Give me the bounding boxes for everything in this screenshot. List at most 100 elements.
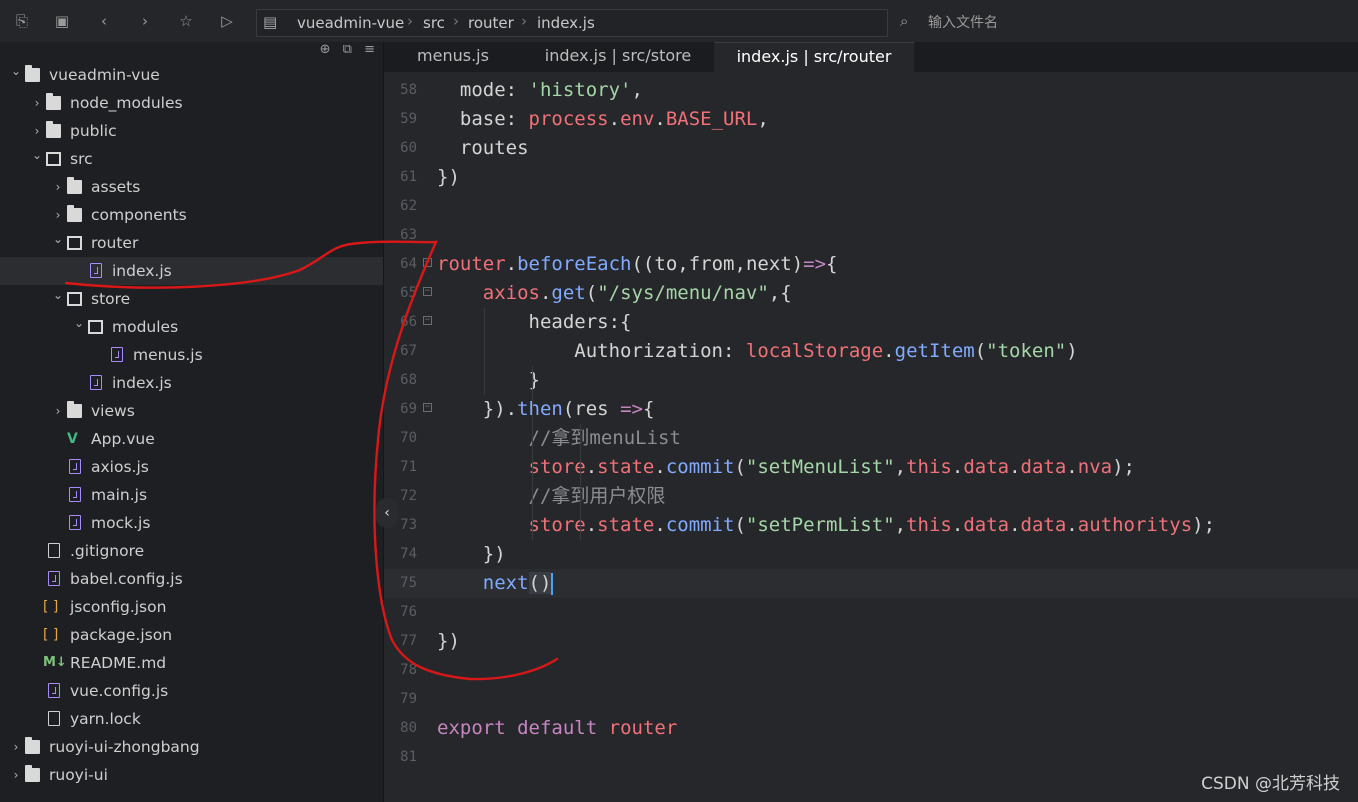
tree-item[interactable]: main.js [0,481,383,509]
breadcrumb-file[interactable]: index.js [537,14,595,32]
code-line[interactable]: 60 routes [384,134,1358,163]
code-line[interactable]: 75 next() [384,569,1358,598]
run-icon[interactable]: ▷ [217,11,237,31]
line-number: 67 [400,343,417,359]
save-icon[interactable]: ▣ [52,11,72,31]
forward-icon[interactable]: › [135,11,155,31]
breadcrumb-project[interactable]: vueadmin-vue [297,14,404,32]
folder-icon [67,177,82,194]
tree-item[interactable]: ⌄ modules [0,313,383,341]
fold-toggle-icon[interactable]: − [423,403,432,412]
code-line[interactable]: 78 [384,656,1358,685]
line-number: 59 [400,111,417,127]
code-line[interactable]: 69− }).then(res =>{ [384,395,1358,424]
code-line[interactable]: 80 export default router [384,714,1358,743]
chevron-right-icon[interactable]: › [52,397,64,425]
chevron-right-icon[interactable]: › [52,173,64,201]
code-line[interactable]: 64− router.beforeEach((to,from,next)=>{ [384,250,1358,279]
chevron-right-icon[interactable]: › [31,89,43,117]
locate-icon[interactable]: ⊕ [320,42,331,57]
sidebar-tools: ⊕ ⧉ ≡ [312,42,375,60]
code-line[interactable]: 73 store.state.commit("setPermList",this… [384,511,1358,540]
tree-item[interactable]: › ruoyi-ui-zhongbang [0,733,383,761]
tree-item[interactable]: axios.js [0,453,383,481]
chevron-down-icon[interactable]: ⌄ [31,141,43,169]
code-line[interactable]: 81 [384,743,1358,772]
tree-item[interactable]: .gitignore [0,537,383,565]
js-file-icon [90,263,102,278]
tab-index-js-router[interactable]: index.js | src/router [714,42,914,73]
tree-item[interactable]: mock.js [0,509,383,537]
tree-item[interactable]: › ruoyi-ui [0,761,383,789]
chevron-right-icon[interactable]: › [10,733,22,761]
tree-item[interactable]: menus.js [0,341,383,369]
tree-item[interactable]: › views [0,397,383,425]
fold-toggle-icon[interactable]: − [423,287,432,296]
code-text: next() [482,572,554,595]
code-line[interactable]: 71 store.state.commit("setMenuList",this… [384,453,1358,482]
code-editor[interactable]: 58 mode: 'history', 59 base: process.env.… [384,72,1358,802]
tree-item[interactable]: › assets [0,173,383,201]
tree-item[interactable]: M↓ README.md [0,649,383,677]
search-icon: ⌕ [900,12,909,30]
tree-item-label: axios.js [91,458,149,476]
menu-icon[interactable]: ≡ [364,42,375,57]
file-search-input[interactable] [926,11,1190,35]
code-text: }) [437,630,460,652]
tree-item[interactable]: vue.config.js [0,677,383,705]
fold-toggle-icon[interactable]: − [423,316,432,325]
tree-item-label: node_modules [70,94,183,112]
chevron-down-icon[interactable]: ⌄ [73,309,85,337]
breadcrumb-separator-icon: › [521,12,527,30]
code-line[interactable]: 63 [384,221,1358,250]
fold-toggle-icon[interactable]: − [423,258,432,267]
sidebar-collapse-button[interactable]: ‹ [376,498,398,528]
tree-item[interactable]: index.js [0,369,383,397]
breadcrumb-separator-icon: › [453,12,459,30]
code-line[interactable]: 76 [384,598,1358,627]
chevron-right-icon[interactable]: › [10,761,22,789]
tree-item[interactable]: ⌄ src [0,145,383,173]
code-line[interactable]: 58 mode: 'history', [384,76,1358,105]
tree-item[interactable]: › node_modules [0,89,383,117]
line-number: 68 [400,372,417,388]
tree-item[interactable]: yarn.lock [0,705,383,733]
code-line[interactable]: 74 }) [384,540,1358,569]
code-line[interactable]: 62 [384,192,1358,221]
back-icon[interactable]: ‹ [94,11,114,31]
code-line[interactable]: 65− axios.get("/sys/menu/nav",{ [384,279,1358,308]
code-line[interactable]: 72 //拿到用户权限 [384,482,1358,511]
tree-item[interactable]: ⌄ vueadmin-vue [0,61,383,89]
code-line[interactable]: 70 //拿到menuList [384,424,1358,453]
code-text: base: process.env.BASE_URL, [459,108,769,130]
collapse-all-icon[interactable]: ⧉ [343,42,352,57]
outline-icon[interactable]: ⎘ [12,11,32,31]
code-line[interactable]: 61}) [384,163,1358,192]
breadcrumb-router[interactable]: router [468,14,514,32]
file-icon [48,543,60,558]
code-line[interactable]: 66− headers:{ [384,308,1358,337]
tree-item[interactable]: V App.vue [0,425,383,453]
code-line[interactable]: 68 } [384,366,1358,395]
tree-item-label: store [91,290,131,308]
chevron-down-icon[interactable]: ⌄ [52,225,64,253]
code-line[interactable]: 67 Authorization: localStorage.getItem("… [384,337,1358,366]
tree-item[interactable]: › public [0,117,383,145]
tab-menus-js[interactable]: menus.js [384,42,522,72]
code-line[interactable]: 77}) [384,627,1358,656]
chevron-down-icon[interactable]: ⌄ [10,57,22,85]
tree-item[interactable]: [ ] package.json [0,621,383,649]
code-line[interactable]: 79 [384,685,1358,714]
chevron-down-icon[interactable]: ⌄ [52,281,64,309]
tree-item[interactable]: [ ] jsconfig.json [0,593,383,621]
tab-index-js-store[interactable]: index.js | src/store [522,42,714,72]
json-file-icon: [ ] [43,599,59,615]
tree-item-label: yarn.lock [70,710,141,728]
line-number: 63 [400,227,417,243]
star-icon[interactable]: ☆ [176,11,196,31]
code-line[interactable]: 59 base: process.env.BASE_URL, [384,105,1358,134]
tree-item[interactable]: ⌄ store [0,285,383,313]
tree-item[interactable]: ⌄ router [0,229,383,257]
breadcrumb-src[interactable]: src [423,14,445,32]
tree-item[interactable]: babel.config.js [0,565,383,593]
